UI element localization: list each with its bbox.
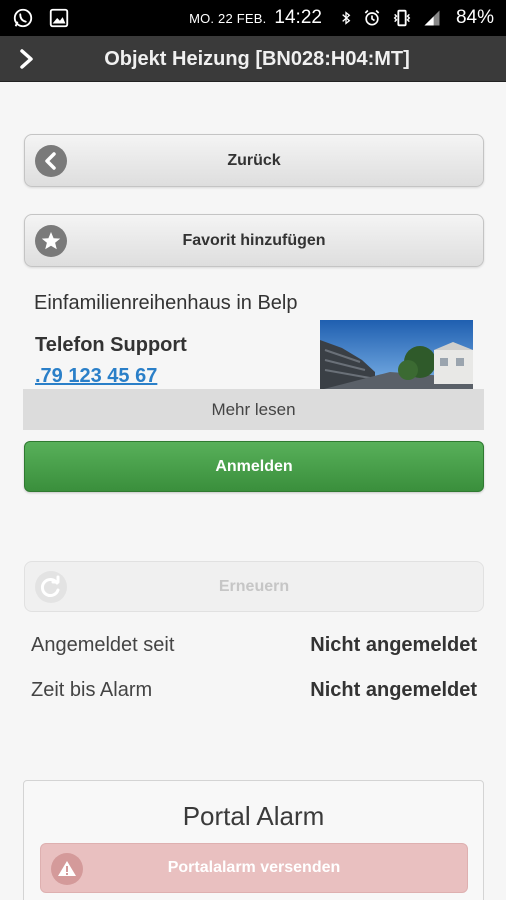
- bluetooth-icon: [342, 11, 351, 25]
- status-bar: MO. 22 FEB. 14:22 84%: [0, 0, 506, 36]
- renew-button-label: Erneuern: [218, 578, 290, 595]
- send-portal-alarm-label: Portalalarm versenden: [167, 859, 341, 876]
- object-description: Einfamilienreihenhaus in Belp: [34, 292, 298, 314]
- logged-in-since-label: Angemeldet seit: [31, 634, 175, 656]
- alarm-clock-icon: [364, 9, 380, 26]
- refresh-circle-icon: [35, 571, 67, 603]
- image-icon: [49, 8, 69, 28]
- warning-circle-icon: [51, 853, 83, 885]
- status-bar-system: MO. 22 FEB. 14:22 84%: [189, 0, 494, 36]
- vibrate-icon: [393, 9, 411, 27]
- support-phone-label: Telefon Support: [35, 334, 187, 356]
- back-button-label: Zurück: [227, 152, 281, 169]
- star-circle-icon: [35, 225, 67, 257]
- read-more-button[interactable]: Mehr lesen: [23, 389, 484, 430]
- portal-alarm-title: Portal Alarm: [182, 801, 325, 831]
- status-time: 14:22: [274, 7, 322, 28]
- renew-button[interactable]: Erneuern: [24, 561, 484, 612]
- logged-in-since-value: Nicht angemeldet: [310, 634, 477, 656]
- portal-alarm-panel: Portal Alarm Portalalarm versenden: [23, 780, 484, 900]
- status-bar-notifications: [12, 7, 70, 29]
- arrow-left-circle-icon: [35, 145, 67, 177]
- send-portal-alarm-button[interactable]: Portalalarm versenden: [40, 843, 468, 893]
- back-button[interactable]: Zurück: [24, 134, 484, 187]
- app-header: Objekt Heizung [BN028:H04:MT]: [0, 36, 506, 82]
- time-to-alarm-value: Nicht angemeldet: [310, 679, 477, 701]
- login-button[interactable]: Anmelden: [24, 441, 484, 492]
- time-to-alarm-label: Zeit bis Alarm: [31, 679, 153, 701]
- add-favorite-label: Favorit hinzufügen: [182, 232, 326, 249]
- whatsapp-icon: [13, 8, 33, 28]
- battery-level: 84%: [455, 7, 494, 28]
- status-date: MO. 22 FEB.: [189, 10, 267, 26]
- support-phone-link[interactable]: .79 123 45 67: [35, 365, 157, 388]
- object-photo: [320, 320, 473, 390]
- page-title: Objekt Heizung [BN028:H04:MT]: [104, 48, 410, 70]
- add-favorite-button[interactable]: Favorit hinzufügen: [24, 214, 484, 267]
- signal-icon: [424, 10, 440, 26]
